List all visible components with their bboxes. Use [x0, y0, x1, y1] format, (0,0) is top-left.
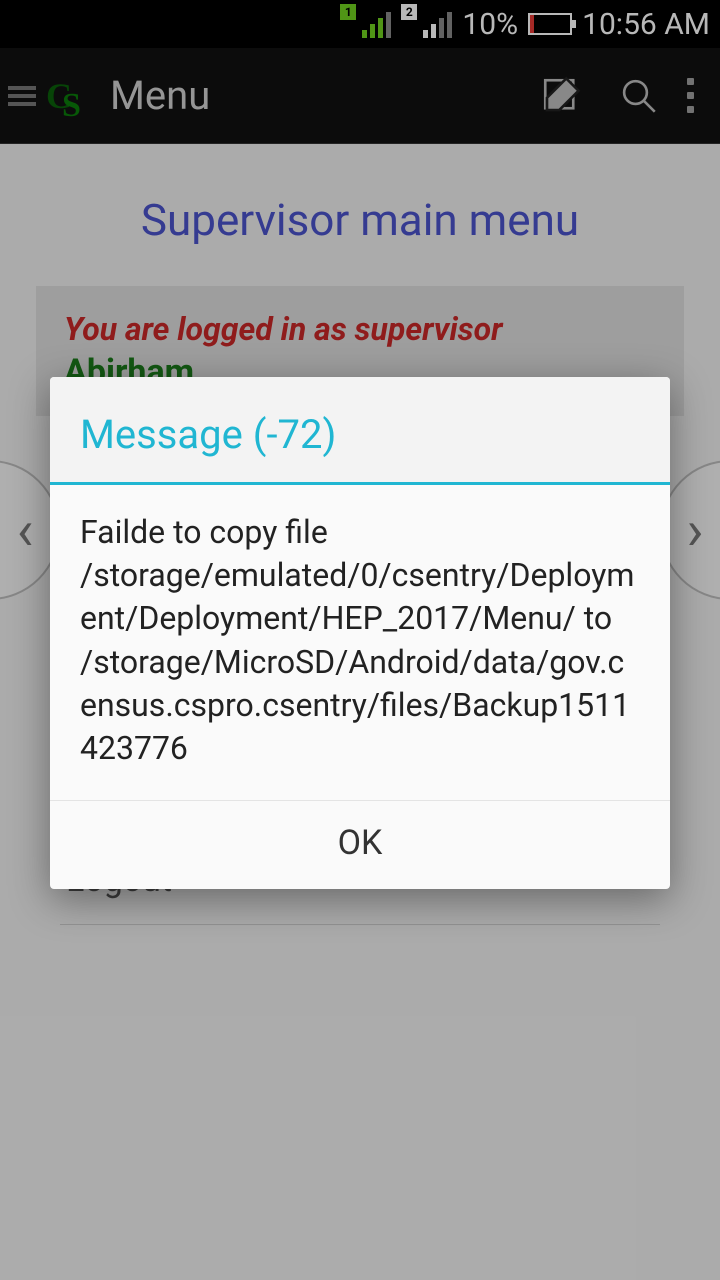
dialog-title: Message (-72)	[50, 377, 670, 482]
ok-button[interactable]: OK	[50, 801, 670, 889]
message-dialog: Message (-72) Failde to copy file /stora…	[50, 377, 670, 889]
dialog-body: Failde to copy file /storage/emulated/0/…	[50, 485, 670, 800]
dialog-actions: OK	[50, 800, 670, 889]
